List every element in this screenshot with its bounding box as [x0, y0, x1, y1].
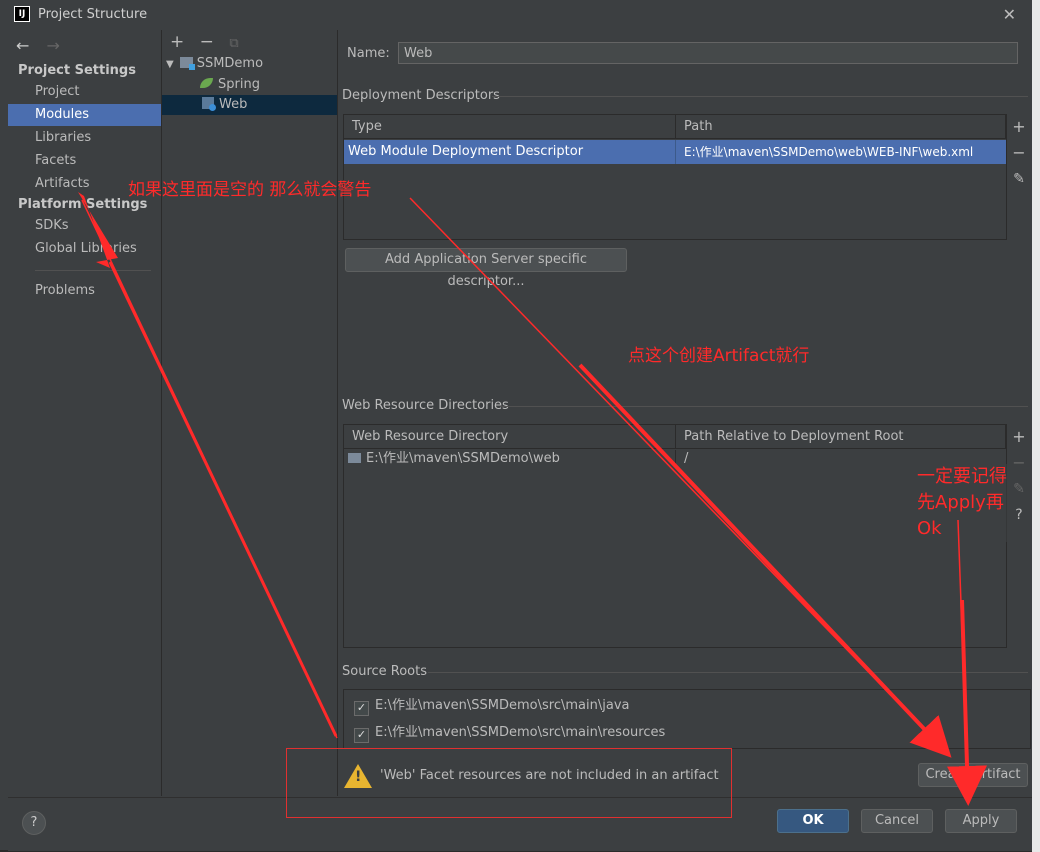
arrow-line: [108, 261, 338, 737]
arrow-create-artifact: [578, 363, 952, 758]
arrow-apply: [947, 599, 988, 806]
annotation-arrows: [78, 192, 988, 806]
